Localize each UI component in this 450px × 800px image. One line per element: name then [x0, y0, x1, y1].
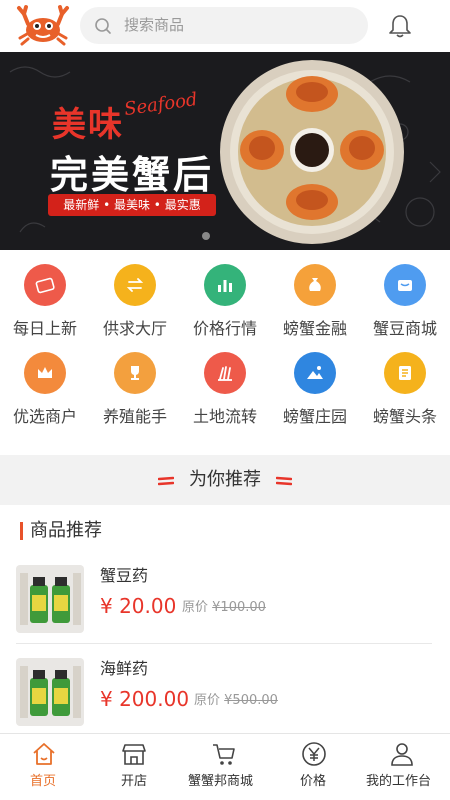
- grid-item-label: 养殖能手: [102, 407, 167, 426]
- product-name: 蟹豆药: [100, 566, 149, 585]
- title-decoration-icon: [275, 473, 293, 489]
- grid-item-label: 蟹豆商城: [372, 319, 437, 338]
- wheat-field-icon: [204, 352, 246, 394]
- grid-item-label: 价格行情: [192, 319, 257, 338]
- ticket-icon: [24, 264, 66, 306]
- product-image[interactable]: [16, 565, 84, 633]
- product-card[interactable]: 蟹豆药 ¥ 20.00 原价 ¥100.00: [0, 555, 450, 645]
- original-price-label: 原价: [194, 693, 221, 708]
- tab-label: 蟹蟹邦商城: [188, 774, 254, 789]
- original-price: 原价 ¥500.00: [194, 691, 278, 711]
- product-price: ¥ 20.00: [100, 594, 177, 618]
- crab-logo-icon[interactable]: [16, 4, 70, 46]
- grid-item-crab-news[interactable]: 螃蟹头条: [360, 348, 450, 438]
- grid-item-label: 螃蟹庄园: [282, 407, 347, 426]
- product-price: ¥ 200.00: [100, 687, 190, 711]
- product-card[interactable]: 海鲜药 ¥ 200.00 原价 ¥500.00: [0, 648, 450, 738]
- banner-slogan: 最新鲜 • 最美味 • 最实惠: [48, 194, 216, 216]
- grid-item-crab-manor[interactable]: 螃蟹庄园: [270, 348, 360, 438]
- tab-label: 开店: [121, 774, 148, 789]
- tab-label: 我的工作台: [366, 774, 432, 789]
- recommend-section-header: 为你推荐: [0, 455, 450, 505]
- section-title: 为你推荐: [189, 469, 261, 490]
- grid-item-supply-demand[interactable]: 供求大厅: [90, 260, 180, 350]
- grid-item-label: 螃蟹金融: [282, 319, 347, 338]
- yen-icon: [300, 740, 328, 768]
- tab-home[interactable]: 首页: [0, 734, 90, 800]
- grid-item-breeding-expert[interactable]: 养殖能手: [90, 348, 180, 438]
- original-price-label: 原价: [182, 600, 209, 615]
- landscape-icon: [294, 352, 336, 394]
- store-icon: [120, 740, 148, 768]
- tab-my-workbench[interactable]: 我的工作台: [360, 734, 450, 800]
- shop-box-icon: [384, 264, 426, 306]
- search-bar[interactable]: 搜索商品: [80, 7, 368, 44]
- exchange-icon: [114, 264, 156, 306]
- banner-title-line1: 美味: [52, 105, 124, 145]
- bell-icon[interactable]: [386, 12, 414, 40]
- heading-accent-bar: [20, 522, 23, 540]
- trophy-icon: [114, 352, 156, 394]
- carousel-indicator[interactable]: [202, 232, 210, 240]
- grid-item-label: 优选商户: [12, 407, 77, 426]
- tab-mall[interactable]: 蟹蟹邦商城: [180, 734, 270, 800]
- search-placeholder: 搜索商品: [124, 16, 185, 34]
- user-icon: [388, 740, 416, 768]
- grid-item-label: 土地流转: [192, 407, 257, 426]
- original-price: 原价 ¥100.00: [182, 598, 266, 618]
- grid-item-land-transfer[interactable]: 土地流转: [180, 348, 270, 438]
- tab-label: 首页: [30, 774, 57, 789]
- tab-price[interactable]: 价格: [270, 734, 360, 800]
- banner-title-line2: 完美蟹后: [50, 152, 215, 197]
- bottom-tab-bar: 首页 开店 蟹蟹邦商城 价格 我的工作台: [0, 733, 450, 800]
- money-bag-icon: [294, 264, 336, 306]
- grid-item-label: 每日上新: [12, 319, 77, 338]
- original-price-value: ¥500.00: [224, 693, 278, 708]
- grid-item-preferred-merchant[interactable]: 优选商户: [0, 348, 90, 438]
- product-image[interactable]: [16, 658, 84, 726]
- original-price-value: ¥100.00: [212, 600, 266, 615]
- crown-icon: [24, 352, 66, 394]
- search-icon: [94, 17, 112, 35]
- top-header: 搜索商品: [0, 0, 450, 52]
- grid-item-label: 供求大厅: [102, 319, 167, 338]
- heading-text: 商品推荐: [30, 520, 102, 541]
- divider: [16, 643, 432, 644]
- home-icon: [30, 740, 58, 768]
- promo-banner[interactable]: 美味 Seafood 完美蟹后 最新鲜 • 最美味 • 最实惠: [0, 52, 450, 250]
- grid-item-daily-new[interactable]: 每日上新: [0, 260, 90, 350]
- bar-chart-icon: [204, 264, 246, 306]
- tab-label: 价格: [300, 774, 327, 789]
- grid-item-price-trend[interactable]: 价格行情: [180, 260, 270, 350]
- product-name: 海鲜药: [100, 659, 149, 678]
- news-icon: [384, 352, 426, 394]
- grid-item-bean-mall[interactable]: 蟹豆商城: [360, 260, 450, 350]
- grid-item-label: 螃蟹头条: [372, 407, 437, 426]
- tab-open-store[interactable]: 开店: [90, 734, 180, 800]
- grid-item-crab-finance[interactable]: 螃蟹金融: [270, 260, 360, 350]
- cart-icon: [210, 740, 238, 768]
